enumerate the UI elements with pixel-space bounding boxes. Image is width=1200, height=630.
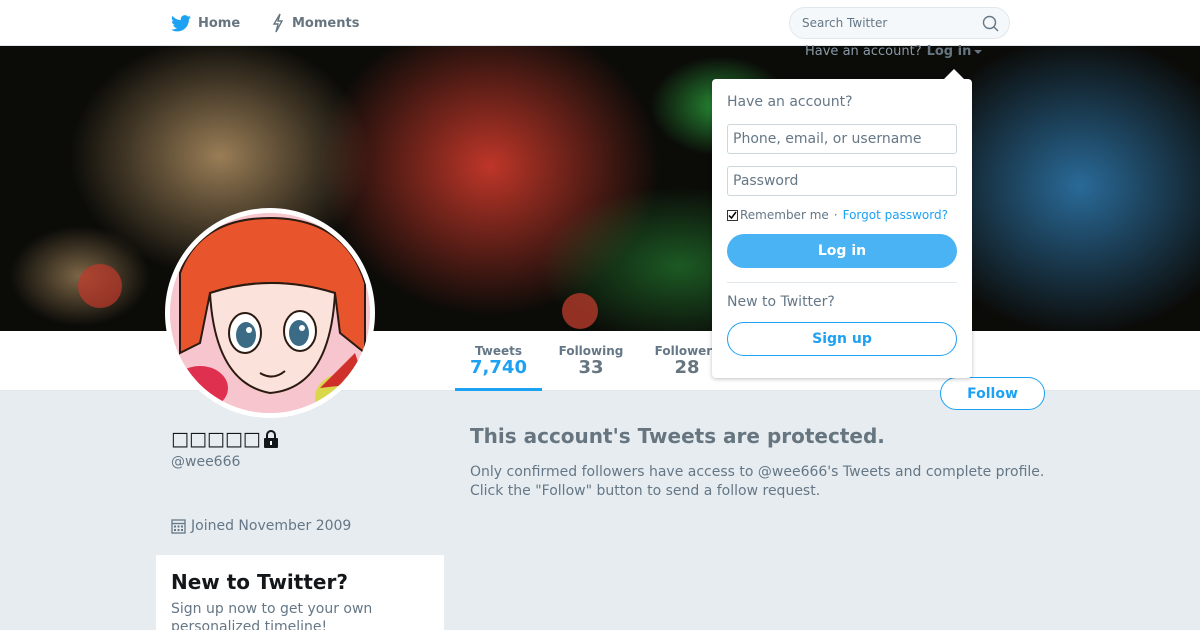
follow-button[interactable]: Follow <box>940 377 1045 410</box>
dropdown-heading: Have an account? <box>727 94 853 110</box>
calendar-icon <box>171 519 186 534</box>
checkmark-icon <box>728 211 737 219</box>
stat-following[interactable]: Following 33 <box>550 331 632 391</box>
stat-tweets[interactable]: Tweets 7,740 <box>455 331 542 391</box>
stat-label: Tweets <box>474 344 523 358</box>
password-field[interactable] <box>727 166 957 196</box>
protected-title: This account's Tweets are protected. <box>470 424 885 448</box>
profile-name: □□□□□ <box>171 428 279 450</box>
login-menu: Have an account? Log in <box>805 44 983 59</box>
remember-row: Remember me · Forgot password? <box>727 208 957 222</box>
forgot-password-link[interactable]: Forgot password? <box>843 208 948 222</box>
joined-label: Joined November 2009 <box>191 518 352 534</box>
username-field[interactable] <box>727 124 957 154</box>
top-nav: Home Moments <box>0 0 1200 46</box>
signup-card: New to Twitter? Sign up now to get your … <box>156 555 444 630</box>
twitter-bird-icon <box>171 14 191 31</box>
joined-date: Joined November 2009 <box>171 518 351 534</box>
caret-down-icon[interactable] <box>974 49 983 54</box>
remember-label: Remember me <box>740 208 829 222</box>
new-to-twitter-heading: New to Twitter? <box>727 294 835 310</box>
search-icon[interactable] <box>982 15 999 32</box>
nav-moments[interactable]: Moments <box>271 0 359 46</box>
signup-card-text: Sign up now to get your own personalized… <box>171 601 373 630</box>
stat-label: Following <box>558 344 624 358</box>
login-button[interactable]: Log in <box>727 234 957 268</box>
separator-dot: · <box>833 208 838 222</box>
lock-icon <box>263 430 278 448</box>
protected-text: Only confirmed followers have access to … <box>470 464 1045 499</box>
login-menu-link[interactable]: Log in <box>927 44 972 59</box>
nav-moments-label: Moments <box>292 15 360 31</box>
avatar[interactable] <box>165 208 375 418</box>
profile-handle[interactable]: @wee666 <box>171 454 240 470</box>
login-dropdown: Have an account? Remember me · Forgot pa… <box>712 69 972 378</box>
lightning-icon <box>272 13 284 33</box>
nav-home-label: Home <box>198 15 241 31</box>
remember-checkbox[interactable] <box>727 209 738 221</box>
avatar-illustration <box>170 213 370 413</box>
signup-card-title: New to Twitter? <box>171 570 348 594</box>
display-name: □□□□□ <box>171 428 261 450</box>
search-input[interactable] <box>790 8 970 38</box>
stat-value: 33 <box>578 357 604 378</box>
signup-button[interactable]: Sign up <box>727 322 957 356</box>
login-prompt: Have an account? <box>805 44 922 59</box>
search-box <box>789 7 1010 39</box>
dropdown-divider <box>727 282 957 283</box>
nav-home[interactable]: Home <box>171 0 240 46</box>
stat-value: 7,740 <box>470 357 527 378</box>
